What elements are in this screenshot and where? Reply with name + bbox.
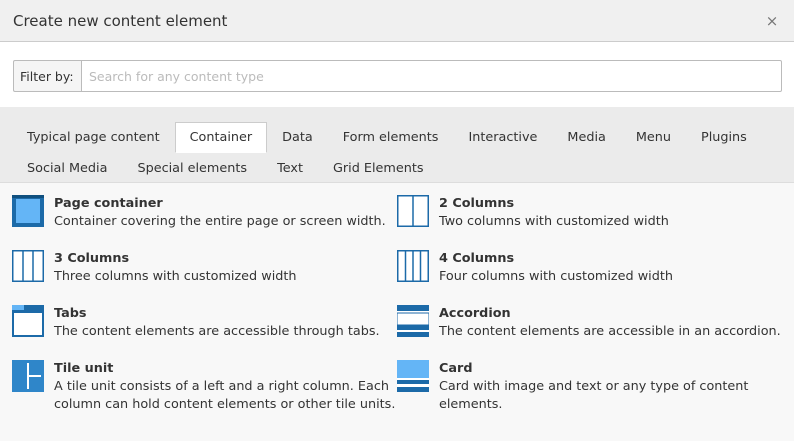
- modal-title: Create new content element: [13, 11, 228, 30]
- close-button[interactable]: ×: [763, 12, 781, 30]
- content-item-2-columns[interactable]: 2 Columns Two columns with customized wi…: [397, 195, 782, 250]
- item-title: 4 Columns: [439, 251, 515, 266]
- four-columns-icon: [397, 250, 429, 282]
- card-icon: [397, 360, 429, 392]
- filter-row: Filter by:: [0, 42, 794, 107]
- tabs-icon: [12, 305, 44, 337]
- accordion-icon: [397, 305, 429, 337]
- item-description: Container covering the entire page or sc…: [54, 214, 386, 229]
- content-item-4-columns[interactable]: 4 Columns Four columns with customized w…: [397, 250, 782, 305]
- item-title: 3 Columns: [54, 251, 130, 266]
- tab-menu[interactable]: Menu: [621, 122, 686, 153]
- item-text: 3 Columns Three columns with customized …: [54, 250, 297, 286]
- content-item-card[interactable]: Card Card with image and text or any typ…: [397, 360, 782, 415]
- item-title: Accordion: [439, 306, 511, 321]
- item-description: The content elements are accessible thro…: [54, 324, 380, 339]
- content-item-tile-unit[interactable]: Tile unit A tile unit consists of a left…: [12, 360, 397, 415]
- tab-data[interactable]: Data: [267, 122, 328, 153]
- tab-typical-page-content[interactable]: Typical page content: [12, 122, 175, 153]
- item-title: Tabs: [54, 306, 87, 321]
- tab-interactive[interactable]: Interactive: [453, 122, 552, 153]
- item-title: Page container: [54, 196, 163, 211]
- tab-row-1: Typical page content Container Data Form…: [12, 122, 782, 153]
- content-element-wizard: Create new content element × Filter by: …: [0, 0, 794, 441]
- item-text: Card Card with image and text or any typ…: [439, 360, 782, 414]
- item-description: Four columns with customized width: [439, 269, 673, 284]
- item-description: Three columns with customized width: [54, 269, 297, 284]
- item-text: Page container Container covering the en…: [54, 195, 386, 231]
- tab-text[interactable]: Text: [262, 153, 318, 184]
- tab-special-elements[interactable]: Special elements: [122, 153, 262, 184]
- three-columns-icon: [12, 250, 44, 282]
- two-columns-icon: [397, 195, 429, 227]
- tab-form-elements[interactable]: Form elements: [328, 122, 454, 153]
- tab-bar: Typical page content Container Data Form…: [0, 107, 794, 183]
- item-title: Tile unit: [54, 361, 114, 376]
- item-text: Tile unit A tile unit consists of a left…: [54, 360, 397, 414]
- tab-plugins[interactable]: Plugins: [686, 122, 762, 153]
- modal-header: Create new content element ×: [0, 0, 794, 42]
- content-item-page-container[interactable]: Page container Container covering the en…: [12, 195, 397, 250]
- tab-social-media[interactable]: Social Media: [12, 153, 122, 184]
- item-title: 2 Columns: [439, 196, 515, 211]
- item-text: Accordion The content elements are acces…: [439, 305, 781, 341]
- filter-group: Filter by:: [13, 60, 782, 92]
- content-item-tabs[interactable]: Tabs The content elements are accessible…: [12, 305, 397, 360]
- item-description: Two columns with customized width: [439, 214, 669, 229]
- item-text: 2 Columns Two columns with customized wi…: [439, 195, 669, 231]
- tab-container[interactable]: Container: [174, 122, 268, 153]
- item-title: Card: [439, 361, 473, 376]
- item-text: Tabs The content elements are accessible…: [54, 305, 380, 341]
- search-input[interactable]: [81, 60, 782, 92]
- item-description: Card with image and text or any type of …: [439, 379, 749, 412]
- item-description: A tile unit consists of a left and a rig…: [54, 379, 396, 412]
- content-item-3-columns[interactable]: 3 Columns Three columns with customized …: [12, 250, 397, 305]
- content-element-list: Page container Container covering the en…: [0, 183, 794, 441]
- content-item-accordion[interactable]: Accordion The content elements are acces…: [397, 305, 782, 360]
- tab-grid-elements[interactable]: Grid Elements: [318, 153, 439, 184]
- item-text: 4 Columns Four columns with customized w…: [439, 250, 673, 286]
- page-container-icon: [12, 195, 44, 227]
- item-description: The content elements are accessible in a…: [439, 324, 781, 339]
- tab-media[interactable]: Media: [552, 122, 620, 153]
- filter-label: Filter by:: [13, 60, 81, 92]
- tile-unit-icon: [12, 360, 44, 392]
- tab-row-2: Social Media Special elements Text Grid …: [12, 153, 782, 184]
